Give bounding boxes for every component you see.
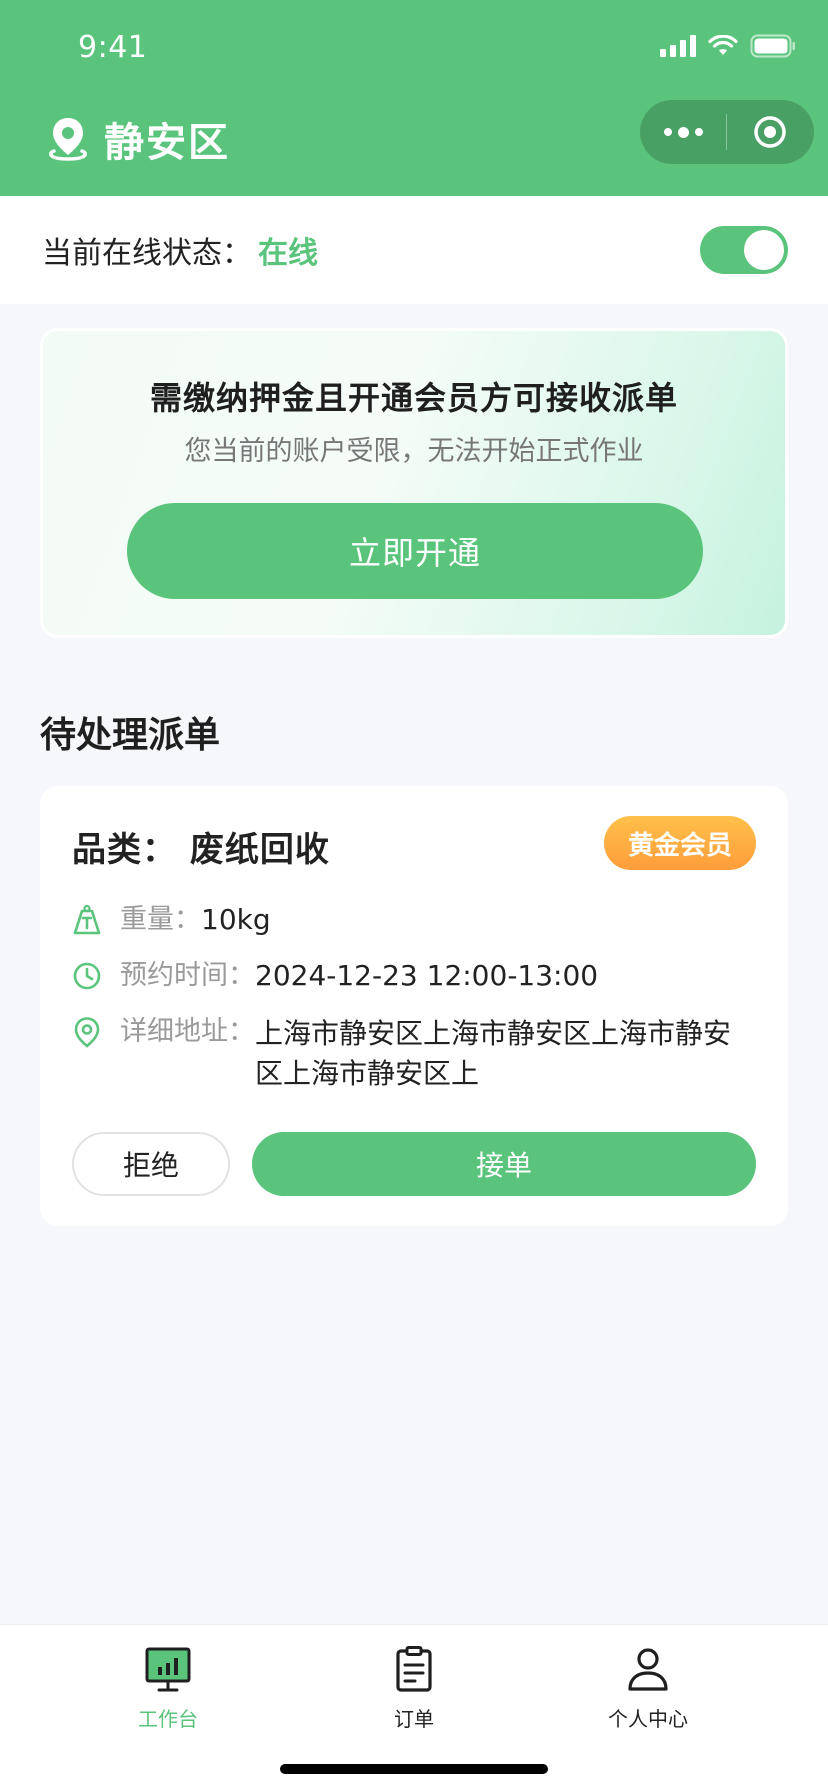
close-mini-program-button[interactable] [727,100,813,164]
location-pin-icon [74,1017,100,1048]
wifi-icon [708,35,738,57]
location-selector[interactable]: 静安区 [46,110,230,168]
online-status-row: 当前在线状态： 在线 [0,196,828,304]
mini-program-capsule [640,100,814,164]
clipboard-icon [396,1646,432,1692]
user-icon [628,1648,668,1691]
dot-icon [663,128,672,136]
toggle-knob [744,230,784,270]
address-row: 详细地址： 上海市静安区上海市静安区上海市静安区上海市静安区上 [72,1014,762,1094]
time-value: 2024-12-23 12:00-13:00 [255,959,599,992]
tab-label: 订单 [394,1707,434,1731]
accept-order-button[interactable]: 接单 [252,1132,756,1196]
tab-label: 工作台 [138,1707,198,1731]
membership-promo-card: 需缴纳押金且开通会员方可接收派单 您当前的账户受限，无法开始正式作业 立即开通 [40,328,788,638]
weight-value: 10kg [201,903,271,936]
dashboard-icon [145,1647,191,1692]
order-category: 品类： 废纸回收 [72,830,330,870]
address-value: 上海市静安区上海市静安区上海市静安区上海市静安区上 [255,1017,732,1090]
location-name: 静安区 [104,120,230,166]
tab-label: 个人中心 [608,1707,688,1731]
online-status-label: 当前在线状态： [42,236,252,271]
address-key: 详细地址： [120,1016,255,1047]
time-key: 预约时间： [120,960,255,991]
activate-now-button[interactable]: 立即开通 [127,503,703,599]
appointment-time-row: 预约时间： 2024-12-23 12:00-13:00 [72,958,598,994]
target-icon [754,116,786,148]
reject-button[interactable]: 拒绝 [72,1132,230,1196]
location-pin-icon [49,118,87,161]
status-time: 9:41 [78,30,148,65]
promo-subtitle: 您当前的账户受限，无法开始正式作业 [184,436,644,467]
weight-icon [73,904,101,935]
tab-workbench[interactable]: 工作台 [88,1645,248,1732]
header: 9:41 静安区 [0,0,828,196]
tab-profile[interactable]: 个人中心 [568,1645,728,1732]
weight-key: 重量： [120,904,201,935]
signal-icon [660,35,696,57]
online-status-value: 在线 [258,236,318,271]
weight-row: 重量： 10kg [72,902,271,938]
dot-icon [694,128,703,136]
battery-icon [750,34,796,58]
tab-orders[interactable]: 订单 [334,1645,494,1732]
home-indicator [280,1764,548,1774]
promo-title: 需缴纳押金且开通会员方可接收派单 [149,379,678,417]
clock-icon [73,962,101,990]
member-badge: 黄金会员 [604,816,756,870]
more-button[interactable] [640,100,726,164]
online-toggle[interactable] [700,226,788,274]
status-icons [660,32,796,60]
order-card: 品类： 废纸回收 黄金会员 重量： 10kg 预约时间： 2024-12-23 … [40,786,788,1226]
section-title: 待处理派单 [40,715,221,756]
dot-icon [677,126,689,138]
